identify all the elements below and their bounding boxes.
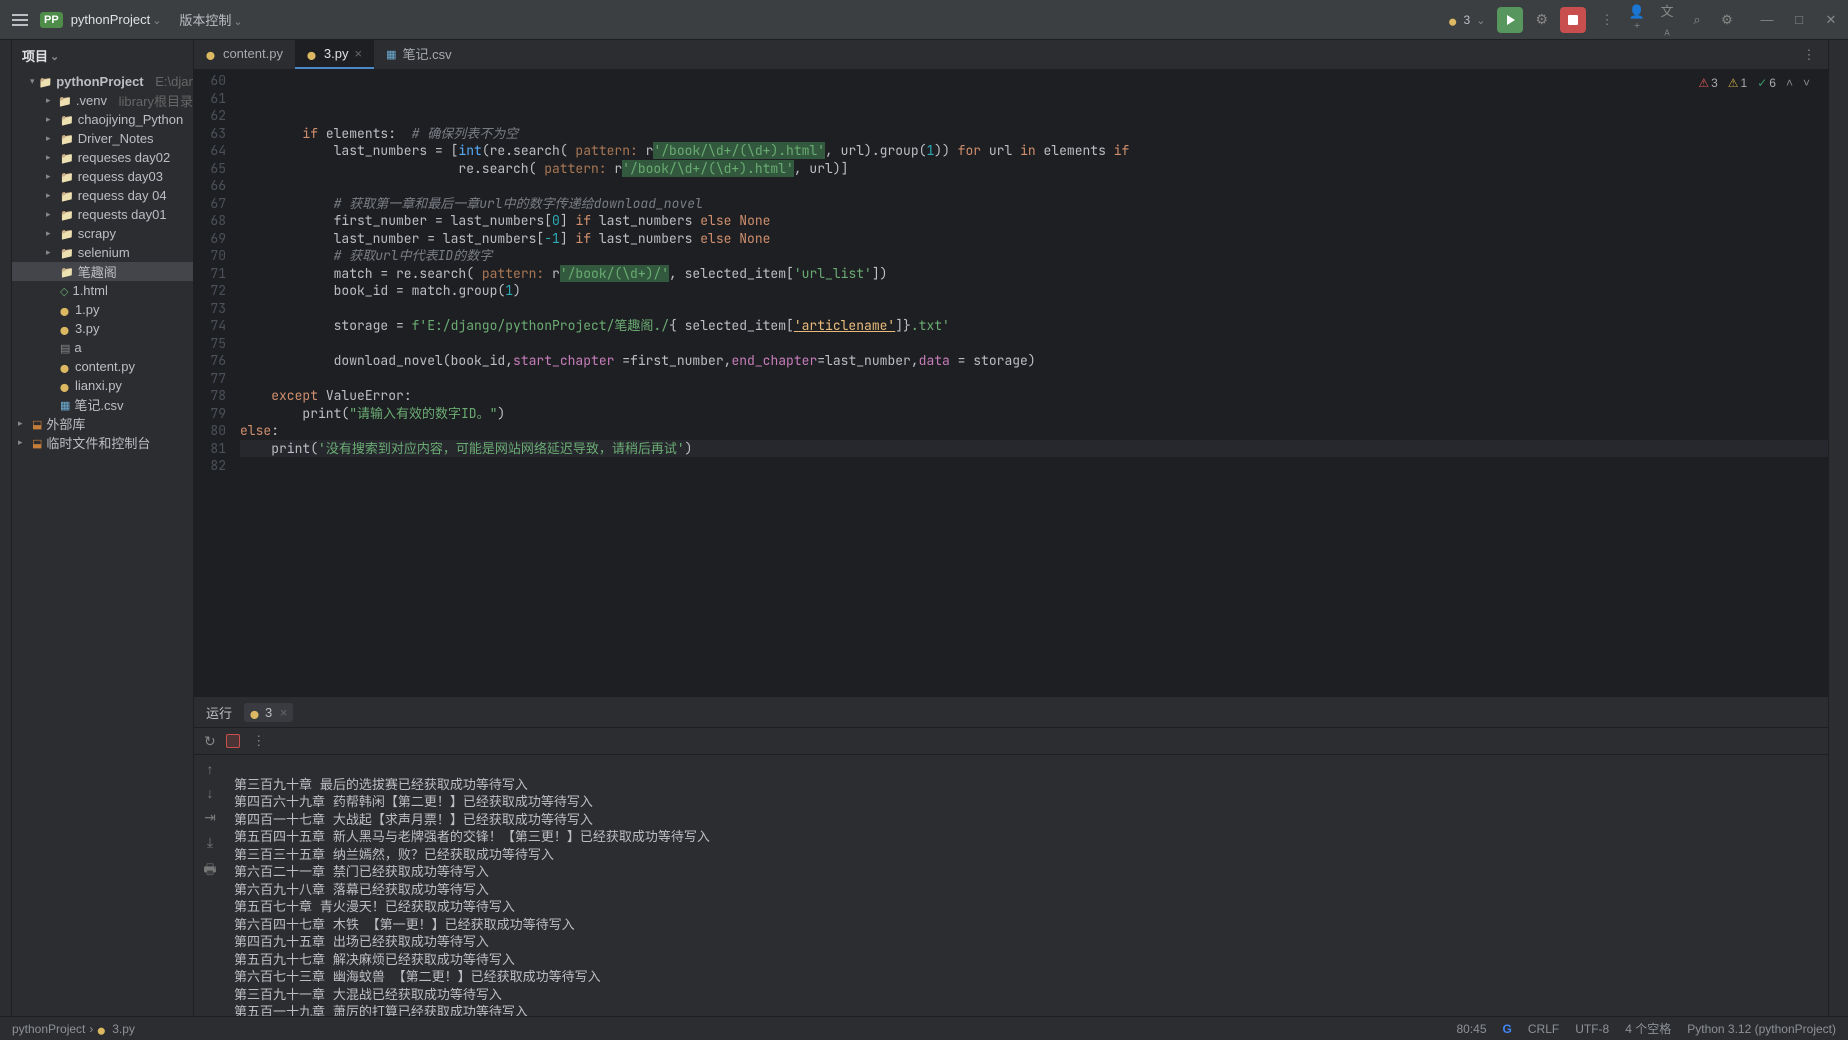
tree-folder-selected[interactable]: 笔趣阁 [12, 262, 193, 281]
rerun-icon[interactable] [204, 733, 216, 750]
run-config-selector[interactable]: 3 [1449, 13, 1486, 27]
console-output[interactable]: 第三百九十章 最后的选拔赛已经获取成功等待写入第四百六十九章 药帮韩闲【第二更！… [226, 755, 1828, 1016]
tree-folder[interactable]: ▸selenium [12, 243, 193, 262]
google-icon[interactable]: G [1503, 1022, 1512, 1036]
warnings-count[interactable]: 1 [1728, 76, 1747, 90]
gutter: 6061626364656667686970717273747576777879… [194, 70, 240, 696]
code-content[interactable]: if elements: # 确保列表不为空 last_numbers = [i… [240, 70, 1828, 696]
breadcrumb[interactable]: pythonProject › 3.py [12, 1022, 135, 1036]
inspections-widget[interactable]: 3 1 6 ˄ ˅ [1698, 76, 1810, 90]
line-separator[interactable]: CRLF [1528, 1022, 1559, 1036]
scroll-top-icon[interactable]: ↑ [207, 761, 214, 777]
tab-csv[interactable]: 笔记.csv [374, 40, 464, 69]
project-badge: PP [40, 12, 63, 28]
tree-scratches[interactable]: ▸临时文件和控制台 [12, 433, 193, 452]
indent-settings[interactable]: 4 个空格 [1625, 1020, 1671, 1037]
python-interpreter[interactable]: Python 3.12 (pythonProject) [1687, 1022, 1836, 1036]
language-icon[interactable]: 文A [1658, 1, 1676, 38]
tree-folder[interactable]: ▸requess day 04 [12, 186, 193, 205]
tree-root[interactable]: ▾pythonProject E:\django\py [12, 72, 193, 91]
debug-button[interactable] [1535, 11, 1548, 28]
next-highlight-icon[interactable]: ˅ [1803, 76, 1810, 90]
minimize-icon[interactable]: — [1758, 12, 1776, 28]
close-icon[interactable]: ✕ [1822, 12, 1840, 28]
scroll-to-end-icon[interactable]: ⤓ [207, 834, 213, 851]
tree-external-libs[interactable]: ▸外部库 [12, 414, 193, 433]
typos-count[interactable]: 6 [1757, 76, 1776, 90]
tree-file-py[interactable]: content.py [12, 357, 193, 376]
tree-file-py[interactable]: lianxi.py [12, 376, 193, 395]
tab-content-py[interactable]: content.py [194, 40, 295, 69]
run-label[interactable]: 运行 [206, 703, 232, 722]
file-encoding[interactable]: UTF-8 [1575, 1022, 1609, 1036]
tree-folder[interactable]: ▸scrapy [12, 224, 193, 243]
soft-wrap-icon[interactable]: ⇥ [204, 809, 216, 826]
tree-folder[interactable]: ▸Driver_Notes [12, 129, 193, 148]
editor-area: content.py 3.py× 笔记.csv ⋮ 3 1 6 ˄ ˅ 6061… [194, 40, 1828, 1016]
tree-file-html[interactable]: 1.html [12, 281, 193, 300]
tree-folder[interactable]: ▸chaojiying_Python [12, 110, 193, 129]
titlebar: PP pythonProject 版本控制 3 ⋮ 👤⁺ 文A ⌕ ⚙ — □ … [0, 0, 1848, 40]
code-with-me-icon[interactable]: 👤⁺ [1628, 4, 1646, 36]
console-toolbar: ↑ ↓ ⇥ ⤓ 🖶 [194, 755, 226, 1016]
left-stripe [0, 40, 12, 1016]
version-control-menu[interactable]: 版本控制 [179, 10, 242, 29]
run-button[interactable] [1497, 7, 1523, 33]
more-icon[interactable]: ⋮ [1598, 12, 1616, 28]
tab-3-py[interactable]: 3.py× [295, 40, 374, 69]
errors-count[interactable]: 3 [1698, 76, 1717, 90]
tree-file-txt[interactable]: a [12, 338, 193, 357]
statusbar: pythonProject › 3.py 80:45 G CRLF UTF-8 … [0, 1016, 1848, 1040]
tree-file-csv[interactable]: 笔记.csv [12, 395, 193, 414]
stop-run-icon[interactable] [226, 734, 240, 748]
tree-file-py[interactable]: 3.py [12, 319, 193, 338]
editor-tabs: content.py 3.py× 笔记.csv ⋮ [194, 40, 1828, 70]
run-more-icon[interactable]: ⋮ [250, 733, 268, 749]
prev-highlight-icon[interactable]: ˄ [1786, 76, 1793, 90]
project-header[interactable]: 项目 [12, 40, 193, 70]
maximize-icon[interactable]: □ [1790, 12, 1808, 28]
settings-icon[interactable]: ⚙ [1718, 12, 1736, 28]
print-icon[interactable]: 🖶 [203, 859, 216, 883]
tree-file-py[interactable]: 1.py [12, 300, 193, 319]
project-tree[interactable]: ▾pythonProject E:\django\py ▸.venv libra… [12, 70, 193, 1016]
search-icon[interactable]: ⌕ [1688, 12, 1706, 28]
scroll-bottom-icon[interactable]: ↓ [207, 785, 214, 801]
project-selector[interactable]: pythonProject [71, 12, 162, 27]
run-tool-window: 运行 3 × ⋮ ↑ ↓ ⇥ ⤓ 🖶 第三百九十章 最后的选拔赛已经获取成功等待… [194, 696, 1828, 1016]
tree-folder[interactable]: ▸requess day03 [12, 167, 193, 186]
tree-venv[interactable]: ▸.venv library根目录 [12, 91, 193, 110]
run-config-tab[interactable]: 3 × [244, 703, 293, 722]
tabs-more-icon[interactable]: ⋮ [1800, 40, 1828, 69]
tree-folder[interactable]: ▸requeses day02 [12, 148, 193, 167]
right-stripe [1828, 40, 1848, 1016]
code-editor[interactable]: 3 1 6 ˄ ˅ 606162636465666768697071727374… [194, 70, 1828, 696]
tab-close-icon[interactable]: × [354, 46, 362, 61]
stop-button[interactable] [1560, 7, 1586, 33]
menu-icon[interactable] [8, 8, 32, 32]
project-tool-window: 项目 ▾pythonProject E:\django\py ▸.venv li… [12, 40, 194, 1016]
caret-position[interactable]: 80:45 [1457, 1022, 1487, 1036]
tree-folder[interactable]: ▸requests day01 [12, 205, 193, 224]
